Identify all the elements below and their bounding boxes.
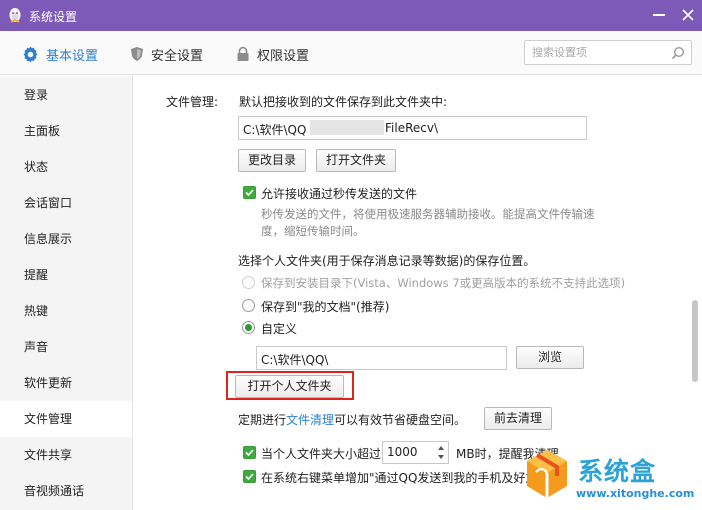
checkmark-icon [245, 473, 254, 481]
context-menu-label: 在系统右键菜单增加"通过QQ发送到我的手机及好友" [261, 471, 543, 485]
gift-box-icon [527, 450, 567, 498]
cleanup-prefix: 定期进行 [238, 413, 287, 427]
radio-my-documents-label: 保存到"我的文档"(推荐) [261, 300, 390, 314]
search-icon[interactable] [671, 46, 685, 60]
flash-transfer-label: 允许接收通过秒传发送的文件 [261, 187, 418, 201]
size-stepper[interactable]: 1000 [382, 441, 449, 464]
tab-label: 基本设置 [46, 48, 99, 64]
radio-install-dir-label: 保存到安装目录下(Vista、Windows 7或更高版本的系统不支持此选项) [261, 276, 626, 290]
sidebar-item-sound[interactable]: 声音 [0, 329, 132, 365]
size-value: 1000 [387, 445, 418, 459]
sidebar-item-file-management[interactable]: 文件管理 [0, 401, 132, 437]
title-bar: 系统设置 [0, 0, 702, 31]
sidebar-item-main-panel[interactable]: 主面板 [0, 113, 132, 149]
sidebar-item-status[interactable]: 状态 [0, 149, 132, 185]
close-icon[interactable] [680, 7, 696, 23]
lock-icon [237, 46, 249, 61]
goto-cleanup-button[interactable]: 前去清理 [484, 407, 552, 430]
radio-install-dir[interactable] [242, 276, 255, 289]
tab-security-settings[interactable]: 安全设置 [130, 44, 203, 64]
radio-custom-label: 自定义 [261, 322, 298, 336]
sidebar-item-file-sharing[interactable]: 文件共享 [0, 437, 132, 473]
sidebar-item-reminders[interactable]: 提醒 [0, 257, 132, 293]
window-title: 系统设置 [29, 10, 78, 24]
context-menu-checkbox[interactable] [243, 470, 256, 483]
recv-folder-description: 默认把接收到的文件保存到此文件夹中: [239, 95, 448, 109]
browse-button[interactable]: 浏览 [516, 346, 584, 369]
radio-my-documents[interactable] [242, 299, 255, 312]
flash-transfer-desc-2: 度，缩短传输时间。 [261, 224, 365, 238]
search-input[interactable] [532, 42, 672, 63]
size-reminder-label: 当个人文件夹大小超过 [261, 447, 382, 461]
file-cleanup-link[interactable]: 文件清理 [286, 413, 334, 427]
tab-permission-settings[interactable]: 权限设置 [236, 44, 309, 64]
watermark-logo: 系统盒 www.xitonghe.com [522, 444, 702, 510]
sidebar-item-login[interactable]: 登录 [0, 77, 132, 113]
sidebar-item-hotkeys[interactable]: 热键 [0, 293, 132, 329]
highlight-box [226, 371, 354, 400]
cleanup-suffix: 可以有效节省硬盘空间。 [334, 413, 467, 427]
sidebar-item-chat-window[interactable]: 会话窗口 [0, 185, 132, 221]
gear-icon [23, 46, 38, 62]
radio-custom[interactable] [242, 321, 255, 334]
checkmark-icon [245, 449, 254, 457]
watermark-brand: 系统盒 [578, 457, 657, 486]
flash-transfer-desc-1: 秒传发送的文件，将使用极速服务器辅助接收。能提高文件传输速 [261, 207, 595, 221]
cleanup-tip: 定期进行文件清理可以有效节省硬盘空间。 [238, 411, 466, 428]
personal-folder-description: 选择个人文件夹(用于保存消息记录等数据)的保存位置。 [238, 254, 536, 268]
checkmark-icon [245, 189, 254, 197]
custom-path-field[interactable]: C:\软件\QQ\ [256, 346, 507, 370]
redacted-path-segment [310, 120, 384, 135]
recv-path-start: C:\软件\QQ [243, 123, 307, 137]
scrollbar-thumb[interactable] [692, 300, 698, 382]
watermark-url: www.xitonghe.com [576, 487, 695, 500]
open-folder-button[interactable]: 打开文件夹 [316, 149, 396, 172]
sidebar-item-software-update[interactable]: 软件更新 [0, 365, 132, 401]
sidebar: 登录 主面板 状态 会话窗口 信息展示 提醒 热键 声音 软件更新 文件管理 文… [0, 76, 133, 510]
top-nav: 基本设置 安全设置 权限设置 [0, 31, 702, 75]
custom-path-value: C:\软件\QQ\ [261, 353, 329, 367]
shield-icon [131, 47, 143, 61]
recv-path-end: FileRecv\ [385, 121, 439, 135]
search-box[interactable] [524, 40, 692, 65]
tab-basic-settings[interactable]: 基本设置 [22, 44, 98, 64]
section-label-file-management: 文件管理: [166, 95, 219, 109]
size-reminder-checkbox[interactable] [243, 446, 256, 459]
stepper-arrows-icon[interactable] [437, 444, 445, 461]
minimize-button[interactable] [653, 14, 665, 16]
change-dir-button[interactable]: 更改目录 [238, 149, 306, 172]
sidebar-item-info-display[interactable]: 信息展示 [0, 221, 132, 257]
tab-label: 权限设置 [257, 48, 310, 64]
flash-transfer-checkbox[interactable] [243, 186, 256, 199]
sidebar-item-av-call[interactable]: 音视频通话 [0, 473, 132, 509]
qq-penguin-icon [9, 8, 21, 23]
tab-label: 安全设置 [151, 48, 204, 64]
